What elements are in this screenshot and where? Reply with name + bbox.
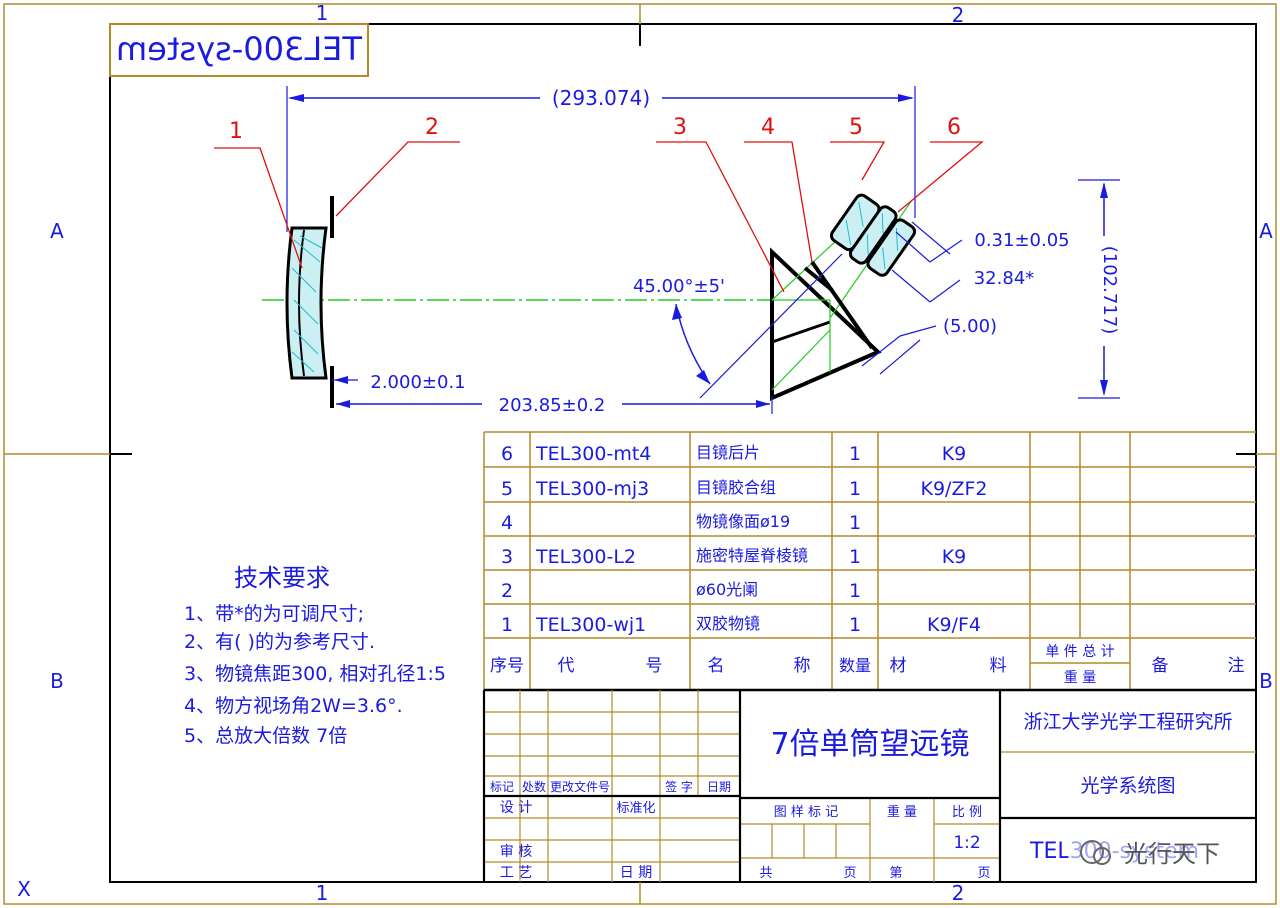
header-qty: 数量 [839,656,871,675]
part-material: K9/ZF2 [921,478,988,500]
part-name: 目镜后片 [696,443,760,462]
grid-right-b: B [1259,669,1273,693]
grid-left-b: B [50,669,64,693]
inner-frame [109,23,1257,883]
process-label: 工 艺 [500,865,532,881]
part-qty: 1 [849,478,861,500]
header-remark-b: 注 [1228,656,1245,676]
callout-2: 2 [425,115,439,140]
grid-right-a: A [1259,219,1273,243]
design-label: 设 计 [500,800,532,816]
callout-6: 6 [947,115,961,140]
part-name: 物镜像面ø19 [696,512,790,531]
rev-header-sign: 签 字 [665,779,693,794]
optical-drawing: 1 2 1 2 A B A B X TEL300-system (293.074… [3,1,1277,905]
part-no: 3 [501,546,513,568]
part-qty: 1 [849,614,861,636]
part-qty: 1 [849,580,861,602]
part-code: TEL300-L2 [535,546,636,568]
rev-header-doc: 更改文件号 [550,779,610,794]
mirrored-drawing-title: TEL300-system [116,30,363,68]
dim-base-length: 203.85±0.2 [499,395,606,416]
dim-height: (102.717) [1099,246,1120,334]
header-name-a: 名 [708,656,725,676]
callout-3: 3 [673,115,687,140]
part-qty: 1 [849,512,861,534]
note-item-4: 4、物方视场角2W=3.6°. [184,695,403,717]
part-qty: 1 [849,443,861,465]
notes-heading: 技术要求 [234,564,330,592]
header-weight-bottom: 重 量 [1064,670,1096,686]
standard-label: 标准化 [616,801,655,816]
note-item-2: 2、有( )的为参考尺寸. [184,631,375,653]
dim-gap: 2.000±0.1 [370,372,465,393]
sheet-no-label: 第 [889,866,902,881]
callout-4: 4 [761,115,775,140]
part-material: K9 [942,546,967,568]
watermark: 光行天下 [1068,834,1244,870]
dim-overall-length: (293.074) [552,86,650,110]
objective-lens [285,226,328,380]
header-name-b: 称 [794,656,811,676]
part-no: 4 [501,512,513,534]
parts-list: 6 TEL300-mt4 目镜后片 1 K9 5 TEL300-mj3 目镜胶合… [483,431,1256,692]
eyepiece-group [829,193,917,277]
part-code: TEL300-mt4 [535,443,651,465]
part-no: 1 [501,614,513,636]
dim-reference: (5.00) [943,316,997,337]
rev-header-date: 日期 [707,780,731,794]
institute-name: 浙江大学光学工程研究所 [1023,711,1232,733]
header-material-b: 料 [990,656,1007,676]
note-item-3: 3、物镜焦距300, 相对孔径1:5 [184,663,446,685]
dim-thickness-top: 0.31±0.05 [974,230,1069,251]
header-code-a: 代 [558,656,575,676]
header-code-b: 号 [646,656,663,676]
watermark-text: 光行天下 [1124,840,1220,868]
dim-adjustable: 32.84* [974,268,1035,289]
product-name: 7倍单筒望远镜 [770,727,969,762]
sheets-unit: 页 [843,866,856,881]
grid-corner-x: X [17,877,31,901]
part-qty: 1 [849,546,861,568]
dim-angle: 45.00°±5' [633,276,725,297]
part-name: 施密特屋脊棱镜 [696,546,808,565]
header-weight-top: 单 件 总 计 [1045,644,1114,660]
part-code: TEL300-mj3 [535,478,649,500]
part-no: 5 [501,478,513,500]
part-name: ø60光阑 [696,580,758,599]
callout-5: 5 [849,115,863,140]
part-no: 2 [501,580,513,602]
note-item-1: 1、带*的为可调尺寸; [184,603,364,625]
stage-mark-label: 图 样 标 记 [774,805,838,820]
rev-header-count: 处数 [522,779,546,794]
weight-label: 重 量 [887,804,917,820]
grid-bottom-1: 1 [316,881,329,905]
scale-value: 1:2 [953,833,980,853]
sheets-label: 共 [759,866,772,881]
part-material: K9 [942,443,967,465]
header-material-a: 材 [890,656,907,676]
header-remark-a: 备 [1152,656,1169,676]
grid-top-1: 1 [316,1,329,25]
part-name: 双胶物镜 [696,614,760,633]
date-label: 日 期 [620,865,652,881]
drawing-kind: 光学系统图 [1080,775,1175,797]
part-no: 6 [501,443,513,465]
grid-left-a: A [50,219,64,243]
part-code: TEL300-wj1 [535,614,646,636]
sheet-no-unit: 页 [977,866,990,881]
note-item-5: 5、总放大倍数 7倍 [184,725,347,747]
header-no: 序号 [490,656,524,676]
review-label: 审 核 [500,844,532,860]
part-material: K9/F4 [927,614,981,636]
rev-header-mark: 标记 [490,780,514,794]
grid-bottom-2: 2 [952,881,965,905]
callout-1: 1 [229,119,243,144]
grid-top-2: 2 [952,3,965,27]
ratio-label: 比 例 [952,805,982,820]
part-name: 目镜胶合组 [696,478,776,497]
